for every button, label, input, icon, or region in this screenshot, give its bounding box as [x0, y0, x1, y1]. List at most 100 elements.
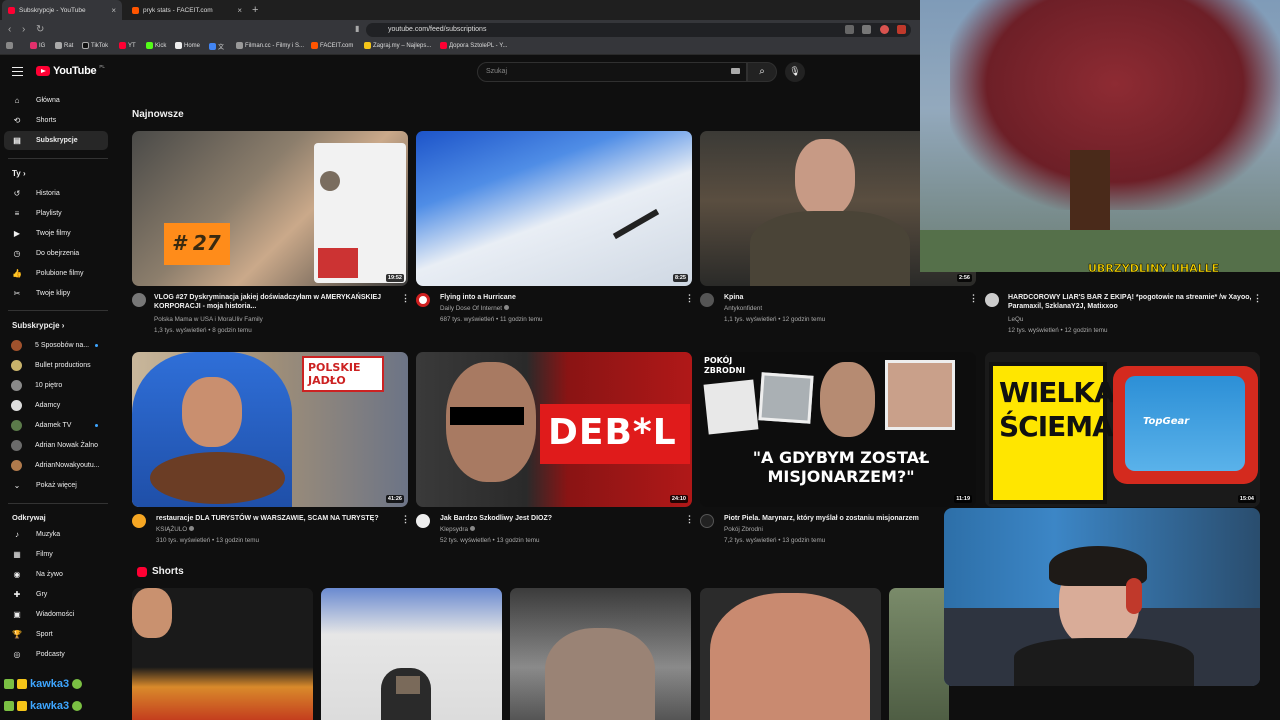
sidebar-sub-item[interactable]: Adamcy	[4, 396, 108, 415]
section-title-shorts: Shorts	[152, 566, 184, 577]
more-options-icon[interactable]: ⋮	[1253, 293, 1262, 304]
video-title[interactable]: Kpina	[724, 293, 964, 302]
sidebar-subscriptions-header[interactable]: Subskrypcje ›	[12, 321, 64, 330]
sidebar-item-sport[interactable]: 🏆 Sport	[4, 625, 108, 644]
channel-avatar[interactable]	[132, 293, 146, 307]
bookmark-zagraj[interactable]: Zagraj.my – Najleps...	[364, 42, 431, 49]
bookmark-faceit[interactable]: FACEIT.com	[311, 42, 353, 49]
channel-name[interactable]: Daily Dose Of Internet	[440, 305, 509, 312]
apps-icon[interactable]	[6, 42, 13, 49]
sidebar-item-news[interactable]: ▣ Wiadomości	[4, 605, 108, 624]
channel-name[interactable]: KSIĄŻULO	[156, 526, 195, 533]
more-options-icon[interactable]: ⋮	[969, 293, 978, 304]
video-title[interactable]: VLOG #27 Dyskryminacja jakiej doświadczy…	[154, 293, 394, 311]
sidebar-show-more[interactable]: ⌄ Pokaż więcej	[4, 476, 108, 495]
video-thumbnail[interactable]: DEB*L 24:10	[416, 352, 692, 507]
short-thumbnail[interactable]	[132, 588, 313, 720]
voice-search-button[interactable]: 🎙	[785, 62, 805, 82]
menu-icon[interactable]	[12, 67, 23, 76]
close-tab-icon[interactable]: ×	[237, 6, 242, 15]
video-title[interactable]: Flying into a Hurricane	[440, 293, 680, 302]
bookmark-home[interactable]: Home	[175, 42, 200, 49]
search-button[interactable]: ⌕	[747, 62, 777, 82]
close-tab-icon[interactable]: ×	[111, 6, 116, 15]
bookmark-translate[interactable]: 文	[209, 42, 224, 51]
chat-line: kawka3	[4, 678, 83, 690]
sidebar-item-watch-later[interactable]: ◷ Do obejrzenia	[4, 244, 108, 263]
sidebar-item-movies[interactable]: ▦ Filmy	[4, 545, 108, 564]
short-thumbnail[interactable]	[700, 588, 881, 720]
video-thumbnail[interactable]: POKÓJ ZBRODNI "A GDYBYM ZOSTAŁ MISJONARZ…	[700, 352, 976, 507]
youtube-logo[interactable]: YouTube PL	[36, 64, 105, 77]
channel-avatar[interactable]	[132, 514, 146, 528]
sidebar-item-your-videos[interactable]: ▶ Twoje filmy	[4, 224, 108, 243]
channel-avatar[interactable]	[700, 293, 714, 307]
channel-name[interactable]: Klepsydra	[440, 526, 476, 533]
video-thumbnail[interactable]: 8:25	[416, 131, 692, 286]
extension-icon[interactable]	[845, 25, 854, 34]
video-title[interactable]: HARDCOROWY LIAR'S BAR Z EKIPĄ! *pogotowi…	[1008, 293, 1258, 311]
video-thumbnail[interactable]: # 27 19:52	[132, 131, 408, 286]
keyboard-icon[interactable]	[731, 68, 740, 74]
bookmark-ig[interactable]: IG	[30, 42, 45, 49]
extension-shield-icon[interactable]	[880, 25, 889, 34]
bookmark-filman[interactable]: Filman.cc - Filmy i S...	[236, 42, 304, 49]
new-content-dot	[95, 424, 98, 427]
sidebar-item-clips[interactable]: ✂ Twoje klipy	[4, 284, 108, 303]
watch-later-icon: ◷	[13, 248, 21, 258]
sidebar-item-subscriptions[interactable]: ▤ Subskrypcje	[4, 131, 108, 150]
back-button[interactable]: ‹	[8, 24, 11, 35]
sidebar-item-music[interactable]: ♪ Muzyka	[4, 525, 108, 544]
bookmark-rat[interactable]: Rat	[55, 42, 73, 49]
bookmark-yt[interactable]: YT	[119, 42, 136, 49]
channel-avatar[interactable]	[700, 514, 714, 528]
sidebar-sub-item[interactable]: Adrian Nowak Żalno	[4, 436, 108, 455]
sidebar-item-gaming[interactable]: ✚ Gry	[4, 585, 108, 604]
sidebar-item-playlists[interactable]: ≡ Playlisty	[4, 204, 108, 223]
channel-name[interactable]: Antykonfident	[724, 305, 762, 312]
sidebar-sub-item[interactable]: Bullet productions	[4, 356, 108, 375]
sidebar-item-shorts[interactable]: ⟲ Shorts	[4, 111, 108, 130]
forward-button[interactable]: ›	[22, 24, 25, 35]
video-title[interactable]: Piotr Piela. Marynarz, który myślał o zo…	[724, 514, 969, 523]
sidebar-sub-item[interactable]: Adamek TV	[4, 416, 108, 435]
sidebar-item-liked[interactable]: 👍 Polubione filmy	[4, 264, 108, 283]
sidebar-item-live[interactable]: ◉ Na żywo	[4, 565, 108, 584]
short-thumbnail[interactable]	[510, 588, 691, 720]
extension-red-icon[interactable]	[897, 25, 906, 34]
short-thumbnail[interactable]	[321, 588, 502, 720]
video-thumbnail[interactable]: WIELKA ŚCIEMA? TopGear 15:04	[985, 352, 1260, 507]
sidebar-item-history[interactable]: ↺ Historia	[4, 184, 108, 203]
sidebar-item-home[interactable]: ⌂ Główna	[4, 91, 108, 110]
more-options-icon[interactable]: ⋮	[685, 293, 694, 304]
bookmark-kick[interactable]: Kick	[146, 42, 166, 49]
channel-avatar[interactable]	[985, 293, 999, 307]
sidebar-item-podcasts[interactable]: ◎ Podcasty	[4, 645, 108, 664]
more-options-icon[interactable]: ⋮	[401, 514, 410, 525]
video-title[interactable]: Jak Bardzo Szkodliwy Jest DIOZ?	[440, 514, 680, 523]
browser-tab-youtube[interactable]: Subskrypcje - YouTube ×	[2, 0, 122, 20]
more-options-icon[interactable]: ⋮	[685, 514, 694, 525]
sidebar-sub-item[interactable]: AdrianNowakyoutu...	[4, 456, 108, 475]
more-options-icon[interactable]: ⋮	[401, 293, 410, 304]
short-thumbnail[interactable]	[889, 588, 949, 720]
video-thumbnail[interactable]: POLSKIE JADŁO 41:26	[132, 352, 408, 507]
browser-tab-faceit[interactable]: pryk stats - FACEIT.com ×	[126, 0, 248, 20]
new-tab-button[interactable]: +	[252, 4, 258, 16]
channel-name[interactable]: LeQu	[1008, 316, 1023, 323]
bookmark-icon[interactable]: ▮	[355, 24, 359, 33]
search-input[interactable]: Szukaj	[477, 62, 747, 82]
sidebar-sub-item[interactable]: 10 piętro	[4, 376, 108, 395]
share-icon[interactable]	[862, 25, 871, 34]
channel-avatar[interactable]	[416, 514, 430, 528]
sidebar-sub-item[interactable]: 5 Sposobów na...	[4, 336, 108, 355]
video-title[interactable]: restauracje DLA TURYSTÓW w WARSZAWIE, SC…	[156, 514, 396, 523]
url-field[interactable]: youtube.com/feed/subscriptions	[366, 23, 911, 37]
sidebar-you-header[interactable]: Ty ›	[12, 169, 26, 178]
channel-name[interactable]: Polska Mama w USA i MoraUliv Family	[154, 316, 263, 323]
channel-avatar[interactable]	[416, 293, 430, 307]
bookmark-sztole[interactable]: Дорога SztolePL - Y...	[440, 42, 507, 49]
bookmark-tiktok[interactable]: TikTok	[82, 42, 108, 49]
reload-button[interactable]: ↻	[36, 24, 44, 35]
channel-name[interactable]: Pokój Zbrodni	[724, 526, 763, 533]
